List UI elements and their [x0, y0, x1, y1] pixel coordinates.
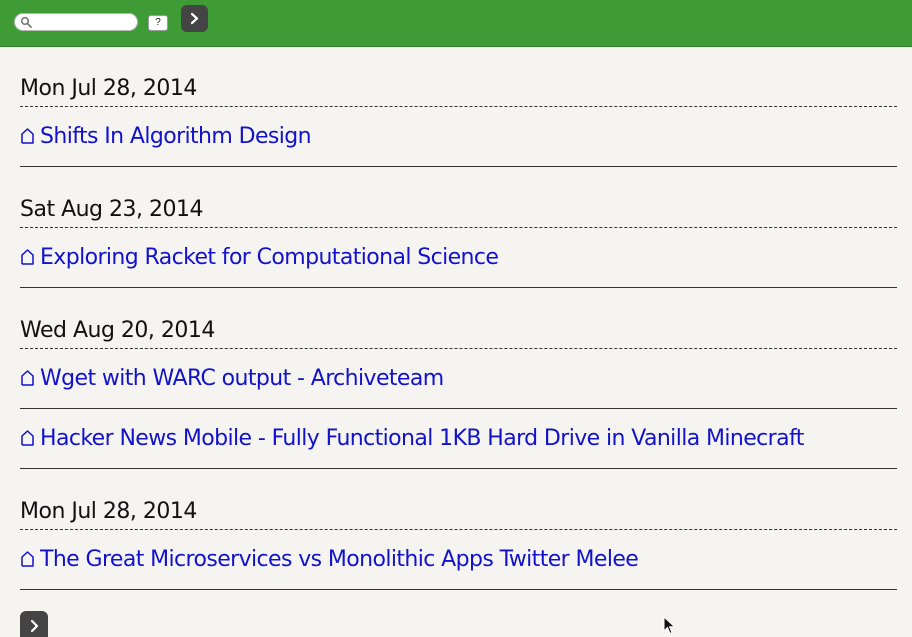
home-icon	[21, 551, 34, 567]
help-button[interactable]: ?	[148, 15, 168, 31]
home-icon	[21, 249, 34, 265]
date-heading: Wed Aug 20, 2014	[20, 314, 897, 349]
top-toolbar: ?	[0, 0, 912, 47]
search-icon	[20, 16, 32, 28]
date-heading: Mon Jul 28, 2014	[20, 495, 897, 530]
entry-title: Shifts In Algorithm Design	[40, 124, 312, 149]
entry-link[interactable]: Exploring Racket for Computational Scien…	[20, 245, 499, 270]
chevron-right-icon	[30, 619, 39, 633]
entry-link[interactable]: The Great Microservices vs Monolithic Ap…	[20, 547, 639, 572]
search-input[interactable]	[35, 15, 133, 29]
date-group: Sat Aug 23, 2014 Exploring Racket for Co…	[20, 193, 897, 288]
entry-list: Mon Jul 28, 2014 Shifts In Algorithm Des…	[20, 72, 897, 590]
chevron-right-icon	[190, 12, 199, 25]
entry-link[interactable]: Shifts In Algorithm Design	[20, 124, 312, 149]
date-group: Mon Jul 28, 2014 Shifts In Algorithm Des…	[20, 72, 897, 167]
list-item: Hacker News Mobile - Fully Functional 1K…	[20, 409, 897, 469]
go-button[interactable]	[181, 5, 208, 32]
next-page-button[interactable]	[20, 611, 48, 637]
date-heading: Sat Aug 23, 2014	[20, 193, 897, 228]
entry-title: The Great Microservices vs Monolithic Ap…	[40, 547, 639, 572]
entry-title: Exploring Racket for Computational Scien…	[40, 245, 499, 270]
list-item: Exploring Racket for Computational Scien…	[20, 228, 897, 288]
entry-title: Wget with WARC output - Archiveteam	[40, 366, 444, 391]
entry-link[interactable]: Hacker News Mobile - Fully Functional 1K…	[20, 426, 804, 451]
home-icon	[21, 430, 34, 446]
entry-title: Hacker News Mobile - Fully Functional 1K…	[40, 426, 804, 451]
date-group: Mon Jul 28, 2014 The Great Microservices…	[20, 495, 897, 590]
list-item: The Great Microservices vs Monolithic Ap…	[20, 530, 897, 590]
search-box[interactable]	[14, 13, 138, 31]
list-item: Wget with WARC output - Archiveteam	[20, 349, 897, 409]
date-heading: Mon Jul 28, 2014	[20, 72, 897, 107]
home-icon	[21, 370, 34, 386]
entry-link[interactable]: Wget with WARC output - Archiveteam	[20, 366, 444, 391]
list-item: Shifts In Algorithm Design	[20, 107, 897, 167]
date-group: Wed Aug 20, 2014 Wget with WARC output -…	[20, 314, 897, 469]
mouse-cursor-icon	[663, 616, 676, 635]
home-icon	[21, 128, 34, 144]
